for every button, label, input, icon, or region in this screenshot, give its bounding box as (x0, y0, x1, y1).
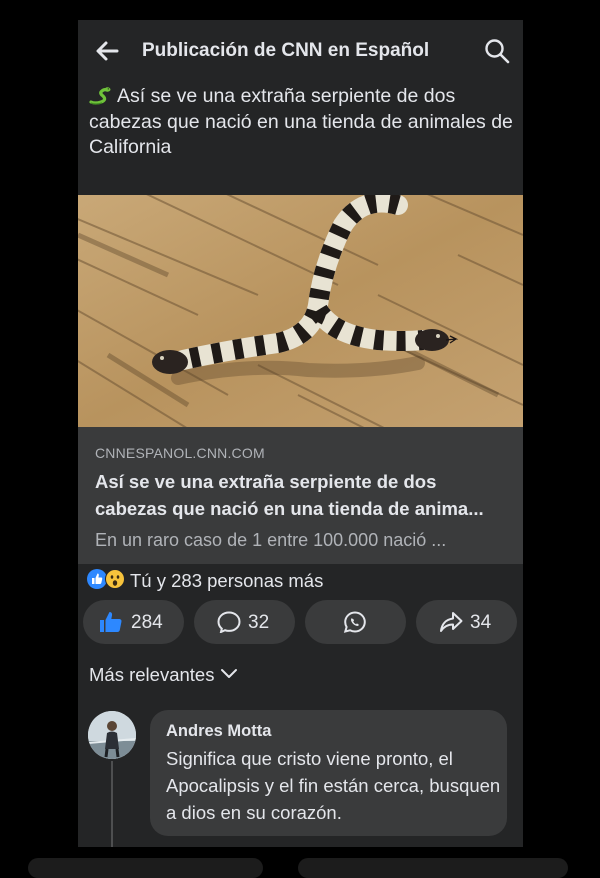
share-button[interactable]: 34 (416, 600, 517, 644)
page-title: Publicación de CNN en Español (142, 40, 430, 61)
reactions-count-text: Tú y 283 personas más (130, 570, 324, 591)
link-domain: CNNESPANOL.CNN.COM (95, 445, 265, 461)
comment-count: 32 (248, 612, 270, 633)
link-title-line-2: cabezas que nació en una tienda de anima… (95, 498, 484, 519)
comment-bubble-icon (217, 611, 241, 633)
wow-reaction-icon (105, 569, 125, 589)
comment-sort-dropdown[interactable]: Más relevantes (89, 664, 238, 686)
comment-author[interactable]: Andres Motta (166, 722, 271, 741)
like-button[interactable]: 284 (83, 600, 184, 644)
like-reaction-icon (87, 569, 107, 589)
post-text: Así se ve una extraña serpiente de dos c… (89, 84, 517, 161)
post-screen: Publicación de CNN en Español Así se ve … (78, 20, 523, 847)
bottom-bar-pill-left (28, 858, 263, 878)
bottom-bar-pill-right (298, 858, 568, 878)
comment-button[interactable]: 32 (194, 600, 295, 644)
whatsapp-share-button[interactable] (305, 600, 406, 644)
link-title: Así se ve una extraña serpiente de dos c… (95, 468, 515, 522)
like-count: 284 (131, 612, 163, 633)
back-button[interactable] (92, 36, 122, 66)
two-headed-snake-photo (78, 195, 523, 427)
comment-text: Significa que cristo viene pronto, el Ap… (166, 748, 501, 823)
arrow-left-icon (96, 41, 119, 61)
post-text-content: Así se ve una extraña serpiente de dos c… (89, 85, 513, 158)
thread-line (111, 761, 113, 847)
link-title-line-1: Así se ve una extraña serpiente de dos (95, 471, 437, 492)
whatsapp-icon (343, 611, 366, 633)
avatar[interactable] (88, 711, 136, 759)
search-button[interactable] (483, 37, 511, 65)
thumbs-up-icon (100, 612, 122, 632)
snake-emoji (89, 87, 111, 105)
comment-sort-label: Más relevantes (89, 664, 215, 685)
top-bar: Publicación de CNN en Español (78, 20, 523, 82)
link-preview-card[interactable]: CNNESPANOL.CNN.COM Así se ve una extraña… (78, 427, 523, 564)
chevron-down-icon (221, 669, 238, 678)
share-arrow-icon (440, 612, 463, 632)
search-icon (485, 39, 510, 64)
post-image[interactable] (78, 195, 523, 427)
avatar-photo (88, 711, 136, 759)
share-count: 34 (470, 612, 492, 633)
link-description: En un raro caso de 1 entre 100.000 nació… (95, 530, 447, 550)
comment-bubble[interactable]: Andres Motta Significa que cristo viene … (150, 710, 507, 836)
